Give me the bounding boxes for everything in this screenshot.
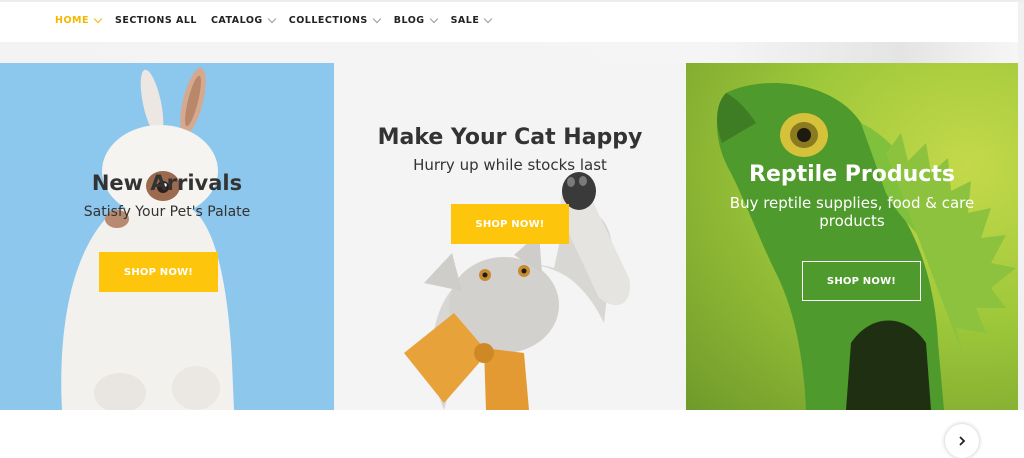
page-scroll-edge (1018, 2, 1024, 412)
banner-subtitle: Satisfy Your Pet's Palate (83, 204, 251, 220)
nav-item-sale[interactable]: SALE (450, 14, 493, 26)
banner-new-arrivals[interactable]: New Arrivals Satisfy Your Pet's Palate S… (0, 63, 334, 410)
nav-item-label: CATALOG (210, 15, 263, 26)
main-navigation: HOME SECTIONS ALL CATALOG COLLECTIONS BL… (0, 2, 1018, 42)
chevron-right-icon (959, 436, 966, 446)
nav-item-label: HOME (55, 15, 89, 26)
banner-title: Make Your Cat Happy (377, 125, 643, 150)
nav-item-label: SALE (450, 15, 480, 26)
header-shadow-strip (0, 42, 1024, 63)
slider-next-button[interactable] (945, 424, 979, 458)
shop-now-button[interactable]: SHOP NOW! (99, 252, 218, 292)
shop-now-button[interactable]: SHOP NOW! (451, 204, 569, 244)
chevron-down-icon (429, 14, 438, 24)
nav-item-home[interactable]: HOME (55, 14, 103, 26)
nav-item-blog[interactable]: BLOG (393, 14, 438, 26)
nav-item-sections-all[interactable]: SECTIONS ALL (115, 15, 197, 26)
nav-item-catalog[interactable]: CATALOG (210, 14, 276, 26)
shop-now-button[interactable]: SHOP NOW! (802, 261, 921, 301)
nav-item-collections[interactable]: COLLECTIONS (288, 14, 381, 26)
chevron-down-icon (484, 14, 493, 24)
page-content-below (0, 410, 1024, 439)
banner-title: Reptile Products (749, 162, 955, 187)
nav-item-label: COLLECTIONS (288, 15, 368, 26)
chevron-down-icon (267, 14, 276, 24)
chevron-down-icon (93, 14, 103, 24)
chevron-down-icon (372, 14, 381, 24)
nav-item-label: BLOG (393, 15, 425, 26)
banner-make-your-cat-happy[interactable]: Make Your Cat Happy Hurry up while stock… (334, 63, 686, 410)
banner-reptile-products[interactable]: Reptile Products Buy reptile supplies, f… (686, 63, 1018, 410)
nav-item-label: SECTIONS ALL (114, 15, 197, 26)
rabbit-image (61, 67, 235, 410)
nav-menu: HOME SECTIONS ALL CATALOG COLLECTIONS BL… (55, 14, 505, 26)
banner-subtitle: Hurry up while stocks last (413, 156, 607, 174)
banner-subtitle: Buy reptile supplies, food & care produc… (729, 194, 975, 230)
banner-title: New Arrivals (91, 171, 243, 195)
iguana-image (716, 83, 1016, 410)
